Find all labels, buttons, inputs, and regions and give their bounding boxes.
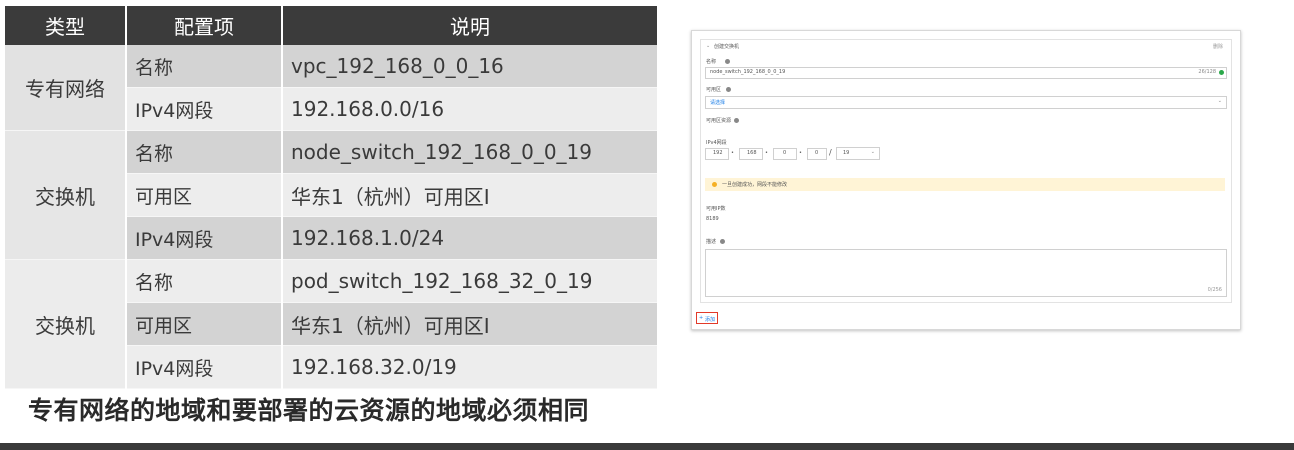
- description-char-count: 0/256: [1207, 287, 1222, 293]
- desc-cell: pod_switch_192_168_32_0_19: [282, 259, 657, 303]
- ip-octet-input-2[interactable]: 168: [739, 148, 763, 160]
- table-row: 交换机 名称 node_switch_192_168_0_0_19: [5, 130, 657, 260]
- ip-octet-input-1[interactable]: 192: [705, 148, 729, 160]
- warning-icon: [712, 182, 717, 187]
- item-cell: IPv4网段: [126, 345, 283, 389]
- table-row: 专有网络 名称 vpc_192_168_0_0_16: [5, 45, 657, 131]
- section-title: 创建交换机: [714, 44, 740, 50]
- item-cell: IPv4网段: [126, 87, 283, 131]
- available-ip-value: 8189: [706, 216, 719, 222]
- valid-check-icon: [1219, 70, 1224, 75]
- help-icon: [725, 59, 730, 64]
- help-icon: [720, 239, 725, 244]
- header-type: 类型: [5, 6, 127, 45]
- desc-cell: 192.168.0.0/16: [282, 87, 657, 131]
- desc-cell: 192.168.1.0/24: [282, 216, 657, 260]
- ip-mask-value: 19: [843, 150, 850, 156]
- ip-dot: •: [731, 150, 734, 156]
- item-cell: 名称: [126, 45, 283, 88]
- type-cell: 交换机: [5, 259, 127, 389]
- ip-dot: •: [799, 150, 802, 156]
- name-label: 名称: [706, 59, 717, 65]
- available-ip-label: 可用IP数: [706, 206, 726, 212]
- slash-separator: /: [829, 148, 832, 157]
- ip-octet-input-4[interactable]: 0: [807, 148, 827, 160]
- chevron-down-icon: ⌄: [1217, 98, 1222, 104]
- ip-notice-bar: 一旦创建成功，网段不能修改: [705, 178, 1225, 191]
- add-switch-button[interactable]: + 添加: [696, 312, 718, 324]
- desc-cell: 192.168.32.0/19: [282, 345, 657, 389]
- description-textarea[interactable]: 0/256: [705, 249, 1227, 297]
- desc-cell: vpc_192_168_0_0_16: [282, 45, 657, 88]
- config-table: 类型 配置项 说明 专有网络 名称 vpc_192_168_0_0_16 IPv…: [5, 6, 657, 389]
- help-icon: [726, 87, 731, 92]
- item-cell: 可用区: [126, 173, 283, 217]
- ipv4-label: IPv4网段: [706, 140, 727, 146]
- bottom-divider: [0, 443, 1294, 450]
- help-icon: [734, 118, 739, 123]
- delete-link[interactable]: 删除: [1213, 43, 1223, 50]
- zone-label: 可用区: [706, 87, 722, 93]
- item-cell: IPv4网段: [126, 216, 283, 260]
- create-switch-panel: ⌄ 创建交换机 删除 名称 node_switch_192_168_0_0_19…: [691, 30, 1241, 330]
- type-cell: 专有网络: [5, 45, 127, 131]
- zone-select[interactable]: 请选择 ⌄: [705, 96, 1227, 109]
- zone-resource-label: 可用区资源: [706, 118, 732, 124]
- switch-form-card: ⌄ 创建交换机 删除 名称 node_switch_192_168_0_0_19…: [700, 39, 1232, 303]
- add-switch-label: 添加: [705, 317, 716, 323]
- chevron-down-icon: ⌄: [870, 149, 875, 155]
- caption-text: 专有网络的地域和要部署的云资源的地域必须相同: [28, 396, 590, 425]
- ip-octet-value: 192: [713, 150, 723, 156]
- chevron-down-icon[interactable]: ⌄: [706, 43, 710, 49]
- item-cell: 名称: [126, 130, 283, 174]
- table-header-row: 类型 配置项 说明: [5, 6, 657, 45]
- ip-octet-value: 0: [783, 150, 787, 156]
- header-description: 说明: [282, 6, 657, 45]
- zone-select-value: 请选择: [710, 100, 726, 106]
- table-row: 交换机 名称 pod_switch_192_168_32_0_19: [5, 259, 657, 389]
- ip-octet-value: 0: [815, 150, 819, 156]
- plus-icon: +: [699, 315, 704, 321]
- ip-mask-select[interactable]: 19 ⌄: [836, 147, 880, 160]
- header-config-item: 配置项: [126, 6, 283, 45]
- ip-dot: •: [765, 150, 768, 156]
- ip-octet-input-3[interactable]: 0: [773, 148, 797, 160]
- desc-cell: 华东1（杭州）可用区I: [282, 302, 657, 346]
- item-cell: 名称: [126, 259, 283, 303]
- description-label: 描述: [706, 239, 717, 245]
- ip-octet-value: 168: [747, 150, 757, 156]
- type-cell: 交换机: [5, 130, 127, 260]
- desc-cell: 华东1（杭州）可用区I: [282, 173, 657, 217]
- name-char-count: 26/128: [1198, 69, 1216, 75]
- desc-cell: node_switch_192_168_0_0_19: [282, 130, 657, 174]
- ip-notice-text: 一旦创建成功，网段不能修改: [722, 182, 788, 188]
- item-cell: 可用区: [126, 302, 283, 346]
- name-input[interactable]: node_switch_192_168_0_0_19 26/128: [705, 67, 1227, 79]
- name-input-value: node_switch_192_168_0_0_19: [710, 69, 786, 75]
